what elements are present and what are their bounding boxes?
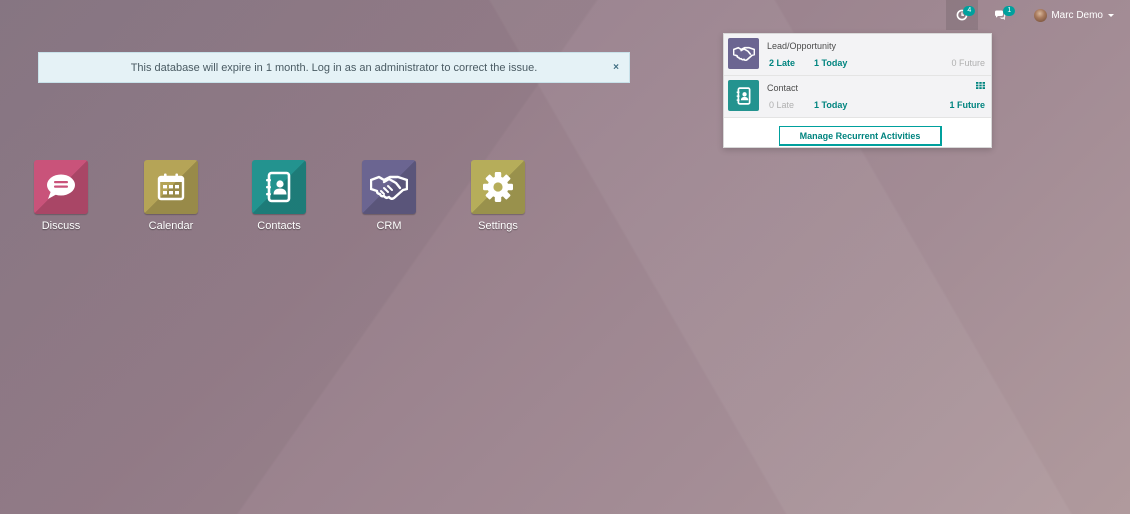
app-tile xyxy=(362,160,416,214)
app-grid: Discuss Calendar Contacts CRM Settings xyxy=(0,160,700,240)
app-calendar[interactable]: Calendar xyxy=(126,160,216,240)
messages-badge: 1 xyxy=(1003,6,1016,16)
activity-menu-button[interactable]: 4 xyxy=(946,0,979,30)
activity-counts: 0 Late 1 Today 1 Future xyxy=(767,100,985,110)
activity-item-contact[interactable]: Contact 0 Late 1 Today 1 Future xyxy=(724,76,991,118)
activity-app-icon xyxy=(728,80,759,111)
activity-badge: 4 xyxy=(963,6,976,16)
app-discuss[interactable]: Discuss xyxy=(16,160,106,240)
activity-body: Lead/Opportunity 2 Late 1 Today 0 Future xyxy=(767,38,985,74)
late-count[interactable]: 2 Late xyxy=(767,58,814,68)
future-count[interactable]: 1 Future xyxy=(949,100,985,110)
activity-item-lead-opportunity[interactable]: Lead/Opportunity 2 Late 1 Today 0 Future xyxy=(724,34,991,76)
avatar xyxy=(1034,8,1048,22)
calendar-icon xyxy=(157,173,185,201)
handshake-icon xyxy=(732,46,755,61)
activity-title: Contact xyxy=(767,83,799,93)
app-label: Discuss xyxy=(41,220,81,232)
app-label: Settings xyxy=(478,220,518,232)
late-count[interactable]: 0 Late xyxy=(767,100,814,110)
top-bar: 4 1 Marc Demo xyxy=(946,0,1130,30)
app-label: CRM xyxy=(376,220,402,232)
address-book-icon xyxy=(266,171,291,203)
activity-dropdown: Lead/Opportunity 2 Late 1 Today 0 Future… xyxy=(723,33,992,148)
app-label: Contacts xyxy=(257,220,301,232)
app-tile xyxy=(34,160,88,214)
activity-body: Contact 0 Late 1 Today 1 Future xyxy=(767,80,985,116)
today-count[interactable]: 1 Today xyxy=(814,58,951,68)
future-count[interactable]: 0 Future xyxy=(951,58,985,68)
app-contacts[interactable]: Contacts xyxy=(234,160,324,240)
caret-down-icon xyxy=(1108,13,1114,17)
gear-icon xyxy=(483,172,513,202)
banner-text: This database will expire in 1 month. Lo… xyxy=(130,61,538,74)
close-icon[interactable]: × xyxy=(613,62,619,73)
app-tile xyxy=(144,160,198,214)
chat-bubble-icon xyxy=(47,174,75,199)
app-label: Calendar xyxy=(148,220,194,232)
activity-title: Lead/Opportunity xyxy=(767,41,837,51)
address-book-icon xyxy=(736,86,750,105)
app-tile xyxy=(252,160,306,214)
activity-counts: 2 Late 1 Today 0 Future xyxy=(767,58,985,68)
user-name: Marc Demo xyxy=(1051,9,1103,21)
database-expiration-banner: This database will expire in 1 month. Lo… xyxy=(38,52,630,83)
handshake-icon xyxy=(370,175,408,200)
manage-recurrent-activities-button[interactable]: Manage Recurrent Activities xyxy=(779,126,942,146)
app-crm[interactable]: CRM xyxy=(344,160,434,240)
messaging-menu-button[interactable]: 1 xyxy=(984,0,1016,30)
app-tile xyxy=(471,160,525,214)
app-settings[interactable]: Settings xyxy=(453,160,543,240)
user-menu-button[interactable]: Marc Demo xyxy=(1024,0,1130,30)
grid-icon[interactable] xyxy=(976,82,985,89)
today-count[interactable]: 1 Today xyxy=(814,100,949,110)
activity-app-icon xyxy=(728,38,759,69)
